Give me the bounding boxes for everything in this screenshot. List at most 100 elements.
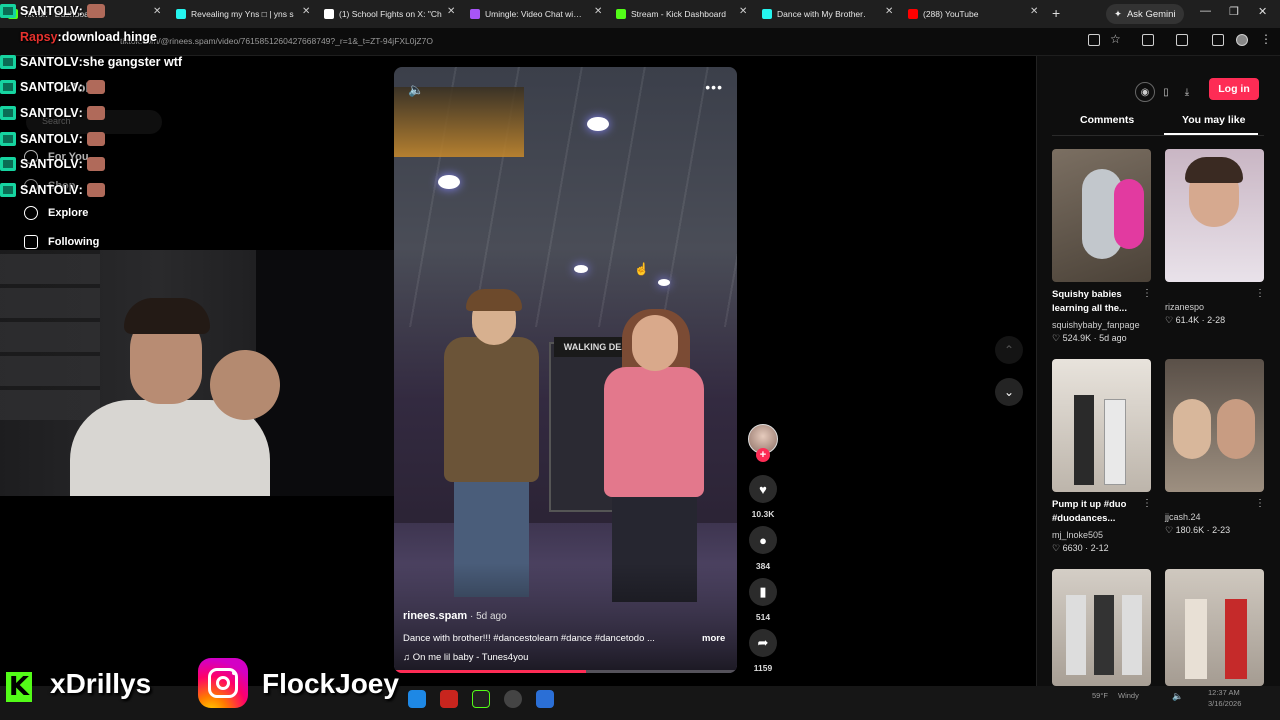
taskbar-app-icon[interactable]	[408, 690, 426, 708]
suggested-video-thumbnail[interactable]	[1165, 359, 1264, 492]
comment-button[interactable]: ●	[749, 526, 777, 554]
profile-avatar[interactable]	[1236, 34, 1248, 46]
chat-emote-icon	[86, 157, 105, 171]
chat-emote-icon	[86, 183, 105, 197]
close-tab-icon[interactable]: ✕	[739, 6, 747, 17]
suggested-video-thumbnail[interactable]	[1165, 149, 1264, 282]
chat-message: SANTOLV :	[0, 154, 105, 174]
browser-tab[interactable]: Dance with My Brother…	[762, 4, 866, 24]
chat-badge-icon	[0, 4, 16, 18]
download-icon[interactable]: ⤓	[1177, 82, 1197, 102]
sidebar-icon[interactable]	[1176, 34, 1188, 46]
browser-tab[interactable]: Stream - Kick Dashboard	[616, 4, 734, 24]
video-progress-bar[interactable]	[394, 670, 737, 673]
close-tab-icon[interactable]: ✕	[153, 6, 161, 17]
browser-tab[interactable]: (1) School Fights on X: "Che…	[324, 4, 442, 24]
thumb-more-icon[interactable]: ⋮	[1142, 498, 1152, 509]
clock-date[interactable]: 3/16/2026	[1208, 699, 1241, 708]
bookmark-icon: ▮	[759, 584, 767, 599]
person-right-torso	[604, 367, 704, 497]
extensions-icon[interactable]	[1142, 34, 1154, 46]
suggested-video-stats: ♡ 6630 · 2-12	[1052, 543, 1109, 553]
nav-item-following[interactable]: Following	[24, 235, 99, 249]
previous-video-button[interactable]: ⌃	[995, 336, 1023, 364]
video-music[interactable]: ♫ On me lil baby - Tunes4you	[403, 652, 528, 663]
tab-you-may-like[interactable]: You may like	[1182, 114, 1245, 126]
new-tab-button[interactable]: +	[1052, 5, 1060, 21]
suggested-video-title[interactable]: Squishy babies learning all the...	[1052, 288, 1144, 316]
chat-emote-icon	[86, 106, 105, 120]
tab-comments[interactable]: Comments	[1080, 114, 1134, 126]
suggested-video-author[interactable]: squishybaby_fanpage	[1052, 320, 1140, 330]
taskbar-app-icon[interactable]	[440, 690, 458, 708]
install-app-icon[interactable]	[1088, 34, 1100, 46]
taskbar-app-icon[interactable]	[472, 690, 490, 708]
suggested-video-thumbnail[interactable]	[1052, 149, 1151, 282]
video-player[interactable]: WALKING DEAD 🔈 ••• rinees.spam · 5d ago …	[394, 67, 737, 673]
chat-badge-icon	[0, 183, 16, 197]
close-tab-icon[interactable]: ✕	[447, 6, 455, 17]
downloads-icon[interactable]	[1212, 34, 1224, 46]
browser-menu-icon[interactable]: ⋮	[1260, 32, 1272, 46]
thumb-figure	[1074, 395, 1094, 485]
ask-gemini-button[interactable]: ✦ Ask Gemini	[1106, 4, 1184, 24]
thumb-more-icon[interactable]: ⋮	[1255, 498, 1265, 509]
mouse-cursor-icon: ☝	[634, 262, 649, 276]
save-button[interactable]: ▮	[749, 578, 777, 606]
clock-time[interactable]: 12:37 AM	[1208, 688, 1240, 697]
taskbar-app-icon[interactable]	[536, 690, 554, 708]
chat-message: SANTOLV :	[0, 1, 105, 21]
chat-badge-icon	[0, 157, 16, 171]
close-window-icon[interactable]: ✕	[1258, 5, 1267, 18]
tab-favicon-icon	[908, 9, 918, 19]
browser-tab[interactable]: Revealing my Yns □ | yns sh…	[176, 4, 294, 24]
bookmark-star-icon[interactable]: ☆	[1110, 32, 1122, 46]
next-video-button[interactable]: ⌄	[995, 378, 1023, 406]
suggested-video-author[interactable]: jjcash.24	[1165, 512, 1201, 522]
close-tab-icon[interactable]: ✕	[594, 6, 602, 17]
streamer-hair	[124, 298, 210, 334]
restore-window-icon[interactable]: ❐	[1229, 5, 1239, 18]
thumb-figure	[1066, 595, 1086, 675]
heart-icon: ♥	[759, 481, 767, 497]
close-tab-icon[interactable]: ✕	[302, 6, 310, 17]
share-button[interactable]: ➦	[749, 629, 777, 657]
nav-item-explore[interactable]: Explore	[24, 206, 88, 220]
url-field[interactable]: tiktok.com/@rinees.spam/video/7615851260…	[120, 36, 433, 46]
suggested-video-stats: ♡ 180.6K · 2-23	[1165, 525, 1231, 535]
taskbar-app-icon[interactable]	[504, 690, 522, 708]
browser-tab[interactable]: Umingle: Video Chat wi…	[470, 4, 590, 24]
suggested-video-thumbnail[interactable]	[1165, 569, 1264, 686]
suggested-video-stats: ♡ 524.9K · 5d ago	[1052, 333, 1127, 343]
follow-plus-icon[interactable]: +	[756, 448, 770, 462]
login-button[interactable]: Log in	[1209, 78, 1259, 100]
thumb-more-icon[interactable]: ⋮	[1255, 288, 1265, 299]
suggested-video-thumbnail[interactable]	[1052, 359, 1151, 492]
suggested-video-author[interactable]: rizanespo	[1165, 302, 1204, 312]
instagram-handle: FlockJoey	[262, 668, 399, 699]
suggested-video-title[interactable]: Pump it up #duo #duodances...	[1052, 498, 1144, 526]
chat-message: Rapsy : download hinge	[0, 27, 157, 47]
volume-icon[interactable]: 🔈	[408, 82, 424, 98]
active-tab-indicator	[1164, 133, 1258, 135]
video-author[interactable]: rinees.spam · 5d ago	[403, 610, 507, 622]
chat-emote-icon	[86, 80, 105, 94]
suggested-video-author[interactable]: mj_lnoke505	[1052, 530, 1103, 540]
chat-badge-icon	[0, 106, 16, 120]
browser-tab[interactable]: (288) YouTube	[908, 4, 1026, 24]
device-icon[interactable]: ▯	[1156, 82, 1176, 102]
suggested-video-thumbnail[interactable]	[1052, 569, 1151, 686]
close-tab-icon[interactable]: ✕	[885, 6, 893, 17]
close-tab-icon[interactable]: ✕	[1030, 6, 1038, 17]
weather-condition: Windy	[1118, 691, 1139, 700]
minimize-window-icon[interactable]: —	[1200, 5, 1211, 17]
volume-tray-icon[interactable]: 🔈	[1172, 691, 1183, 702]
thumb-more-icon[interactable]: ⋮	[1142, 288, 1152, 299]
caption-more-link[interactable]: more	[702, 633, 725, 644]
chat-message: SANTOLV : she gangster wtf	[0, 52, 182, 72]
like-button[interactable]: ♥	[749, 475, 777, 503]
creator-tools-icon[interactable]: ◉	[1135, 82, 1155, 102]
instagram-logo-lens	[216, 676, 230, 690]
more-options-icon[interactable]: •••	[705, 79, 723, 95]
ceiling-light	[438, 175, 460, 189]
